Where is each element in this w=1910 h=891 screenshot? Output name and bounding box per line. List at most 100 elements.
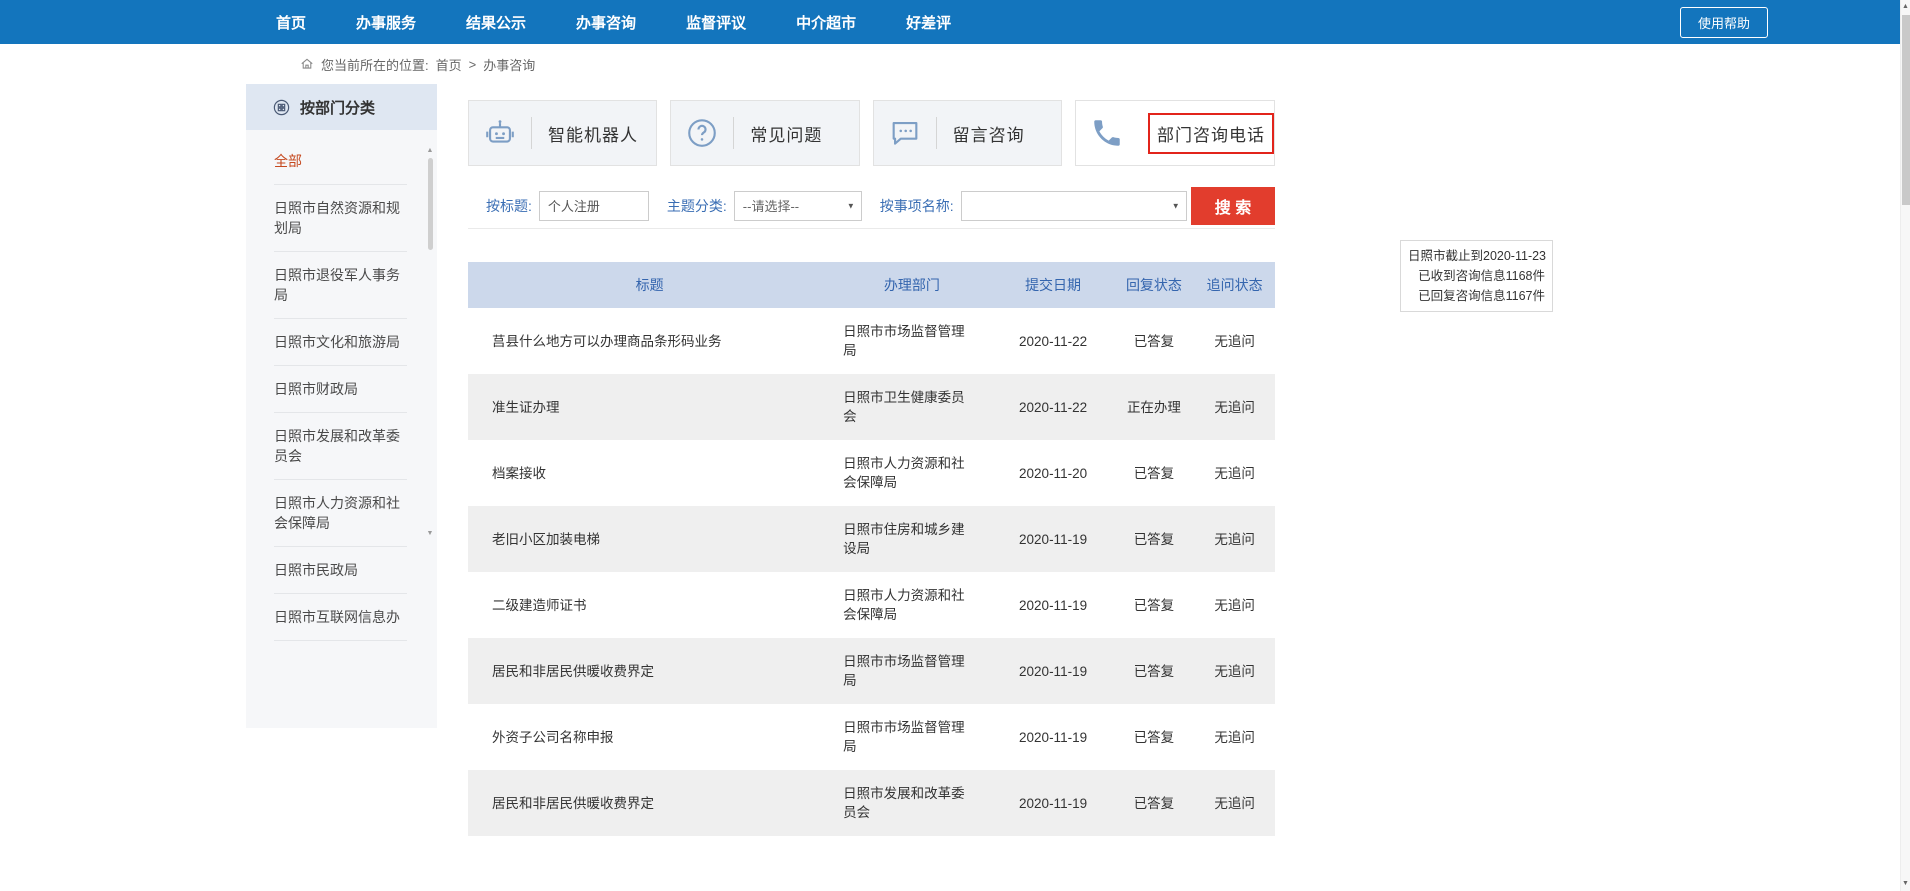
chevron-down-icon: ▼ xyxy=(847,201,855,210)
table-row[interactable]: 居民和非居民供暖收费界定日照市市场监督管理局2020-11-19已答复无追问 xyxy=(468,638,1275,704)
help-button[interactable]: 使用帮助 xyxy=(1680,7,1768,38)
department-cell: 日照市人力资源和社会保障局 xyxy=(831,440,992,506)
title-cell[interactable]: 居民和非居民供暖收费界定 xyxy=(468,770,831,836)
sidebar-item[interactable]: 日照市文化和旅游局 xyxy=(274,319,407,366)
followup-status-cell: 无追问 xyxy=(1194,440,1275,506)
followup-status-cell: 无追问 xyxy=(1194,638,1275,704)
followup-status-cell: 无追问 xyxy=(1194,770,1275,836)
sidebar-header: 按部门分类 xyxy=(246,84,437,130)
item-filter-label: 按事项名称: xyxy=(880,196,954,216)
column-header: 办理部门 xyxy=(831,262,992,308)
consultation-table: 标题办理部门提交日期回复状态追问状态 莒县什么地方可以办理商品条形码业务日照市市… xyxy=(468,262,1275,836)
tab-robot[interactable]: 智能机器人 xyxy=(468,100,657,166)
title-cell[interactable]: 外资子公司名称申报 xyxy=(468,704,831,770)
tab-label: 智能机器人 xyxy=(548,121,638,146)
nav-item[interactable]: 办事咨询 xyxy=(576,12,636,33)
sidebar-item[interactable]: 日照市互联网信息办 xyxy=(274,594,407,641)
sidebar-item[interactable]: 日照市发展和改革委员会 xyxy=(274,413,407,480)
robot-icon xyxy=(469,116,531,150)
title-cell[interactable]: 老旧小区加装电梯 xyxy=(468,506,831,572)
stats-line: 日照市截止到2020-11-23 xyxy=(1408,246,1545,266)
reply-status-cell: 已答复 xyxy=(1114,638,1195,704)
table-row[interactable]: 外资子公司名称申报日照市市场监督管理局2020-11-19已答复无追问 xyxy=(468,704,1275,770)
breadcrumb-prefix: 您当前所在的位置: xyxy=(321,55,429,74)
title-cell[interactable]: 居民和非居民供暖收费界定 xyxy=(468,638,831,704)
table-row[interactable]: 老旧小区加装电梯日照市住房和城乡建设局2020-11-19已答复无追问 xyxy=(468,506,1275,572)
reply-status-cell: 已答复 xyxy=(1114,572,1195,638)
table-row[interactable]: 莒县什么地方可以办理商品条形码业务日照市市场监督管理局2020-11-22已答复… xyxy=(468,308,1275,374)
sidebar-scrollbar[interactable]: ▲ ▼ xyxy=(426,146,434,538)
scroll-thumb[interactable] xyxy=(428,158,433,250)
followup-status-cell: 无追问 xyxy=(1194,572,1275,638)
nav-menu: 首页 办事服务 结果公示 办事咨询 监督评议 中介超市 好差评 xyxy=(276,12,951,33)
scroll-down-icon[interactable]: ▼ xyxy=(427,529,434,538)
nav-item[interactable]: 中介超市 xyxy=(796,12,856,33)
followup-status-cell: 无追问 xyxy=(1194,374,1275,440)
department-cell: 日照市发展和改革委员会 xyxy=(831,770,992,836)
page-scrollbar[interactable]: ▲ ▼ xyxy=(1900,0,1910,891)
stats-line: 已回复咨询信息1167件 xyxy=(1408,286,1545,306)
date-cell: 2020-11-22 xyxy=(993,374,1114,440)
table-row[interactable]: 档案接收日照市人力资源和社会保障局2020-11-20已答复无追问 xyxy=(468,440,1275,506)
title-cell[interactable]: 档案接收 xyxy=(468,440,831,506)
sidebar-item[interactable]: 日照市财政局 xyxy=(274,366,407,413)
table-row[interactable]: 二级建造师证书日照市人力资源和社会保障局2020-11-19已答复无追问 xyxy=(468,572,1275,638)
table-row[interactable]: 居民和非居民供暖收费界定日照市发展和改革委员会2020-11-19已答复无追问 xyxy=(468,770,1275,836)
nav-item[interactable]: 结果公示 xyxy=(466,12,526,33)
sidebar-item[interactable]: 日照市自然资源和规划局 xyxy=(274,185,407,252)
tab-label: 常见问题 xyxy=(750,121,822,146)
table-body: 莒县什么地方可以办理商品条形码业务日照市市场监督管理局2020-11-22已答复… xyxy=(468,308,1275,836)
sidebar-title: 按部门分类 xyxy=(300,97,375,118)
card-divider xyxy=(936,117,937,149)
tab-label: 部门咨询电话 xyxy=(1148,113,1274,154)
item-select[interactable]: ▼ xyxy=(961,191,1187,221)
sidebar-list: 全部日照市自然资源和规划局日照市退役军人事务局日照市文化和旅游局日照市财政局日照… xyxy=(246,130,437,651)
tab-label: 留言咨询 xyxy=(953,121,1025,146)
tab-phone[interactable]: 部门咨询电话 xyxy=(1075,100,1275,166)
department-cell: 日照市市场监督管理局 xyxy=(831,308,992,374)
column-header: 提交日期 xyxy=(993,262,1114,308)
breadcrumb-separator: > xyxy=(469,57,477,72)
department-cell: 日照市市场监督管理局 xyxy=(831,638,992,704)
title-filter-input[interactable] xyxy=(539,191,649,221)
category-icon xyxy=(272,98,291,117)
nav-item[interactable]: 监督评议 xyxy=(686,12,746,33)
breadcrumb-home[interactable]: 首页 xyxy=(436,55,462,74)
title-cell[interactable]: 二级建造师证书 xyxy=(468,572,831,638)
breadcrumb-current: 办事咨询 xyxy=(483,55,535,74)
date-cell: 2020-11-19 xyxy=(993,506,1114,572)
reply-status-cell: 已答复 xyxy=(1114,506,1195,572)
scroll-thumb[interactable] xyxy=(1902,15,1910,205)
tab-question[interactable]: 常见问题 xyxy=(670,100,859,166)
followup-status-cell: 无追问 xyxy=(1194,506,1275,572)
table-row[interactable]: 准生证办理日照市卫生健康委员会2020-11-22正在办理无追问 xyxy=(468,374,1275,440)
scroll-up-icon[interactable]: ▲ xyxy=(427,146,434,155)
sidebar-item[interactable]: 日照市退役军人事务局 xyxy=(274,252,407,319)
sidebar-item[interactable]: 日照市民政局 xyxy=(274,547,407,594)
card-divider xyxy=(733,117,734,149)
phone-icon xyxy=(1076,116,1138,150)
category-filter-label: 主题分类: xyxy=(667,196,727,216)
scroll-down-icon[interactable]: ▼ xyxy=(1902,877,1909,891)
sidebar-item[interactable]: 全部 xyxy=(274,138,407,185)
nav-item[interactable]: 好差评 xyxy=(906,12,951,33)
sidebar-item[interactable]: 日照市人力资源和社会保障局 xyxy=(274,480,407,547)
message-icon xyxy=(874,116,936,150)
reply-status-cell: 已答复 xyxy=(1114,770,1195,836)
title-cell[interactable]: 准生证办理 xyxy=(468,374,831,440)
scroll-up-icon[interactable]: ▲ xyxy=(1902,0,1909,14)
reply-status-cell: 正在办理 xyxy=(1114,374,1195,440)
column-header: 回复状态 xyxy=(1114,262,1195,308)
department-cell: 日照市市场监督管理局 xyxy=(831,704,992,770)
title-cell[interactable]: 莒县什么地方可以办理商品条形码业务 xyxy=(468,308,831,374)
reply-status-cell: 已答复 xyxy=(1114,308,1195,374)
nav-item[interactable]: 办事服务 xyxy=(356,12,416,33)
tab-message[interactable]: 留言咨询 xyxy=(873,100,1062,166)
stats-panel: 日照市截止到2020-11-23已收到咨询信息1168件已回复咨询信息1167件 xyxy=(1400,240,1553,312)
search-button[interactable]: 搜 索 xyxy=(1191,187,1275,225)
category-select-value: --请选择-- xyxy=(743,196,799,215)
followup-status-cell: 无追问 xyxy=(1194,308,1275,374)
category-select[interactable]: --请选择-- ▼ xyxy=(734,191,862,221)
nav-item[interactable]: 首页 xyxy=(276,12,306,33)
date-cell: 2020-11-19 xyxy=(993,770,1114,836)
